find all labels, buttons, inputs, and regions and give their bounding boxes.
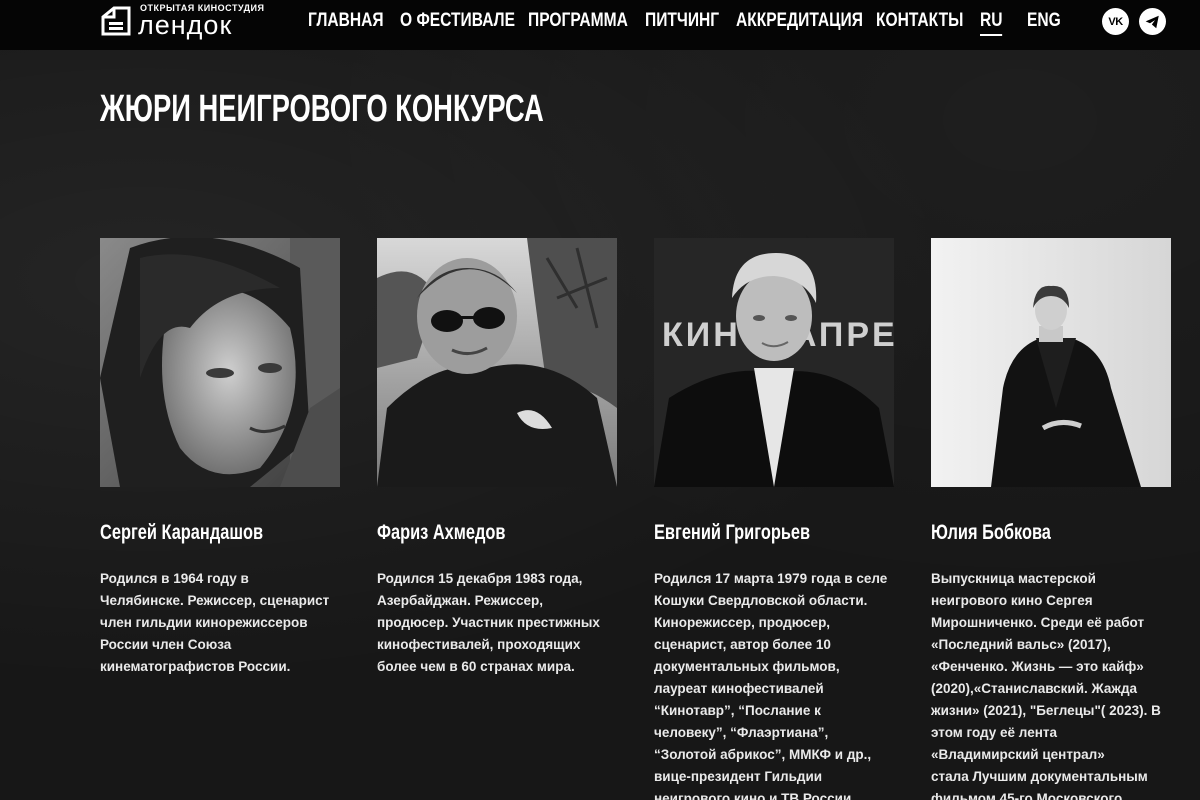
- nav-item-accreditation[interactable]: АККРЕДИТАЦИЯ: [736, 10, 863, 32]
- jury-name: Сергей Карандашов: [100, 521, 264, 544]
- vk-icon: VK: [1108, 15, 1123, 28]
- lang-switch-eng[interactable]: ENG: [1027, 10, 1061, 32]
- jury-name: Юлия Бобкова: [931, 521, 1051, 544]
- jury-bio: Родился в 1964 году в Челябинске. Режисс…: [100, 571, 330, 674]
- top-navbar: ОТКРЫТАЯ КИНОСТУДИЯ лендок ГЛАВНАЯ О ФЕС…: [0, 0, 1200, 50]
- jury-card: Фариз Ахмедов Родился 15 декабря 1983 го…: [377, 238, 617, 674]
- nav-item-program[interactable]: ПРОГРАММА: [528, 10, 628, 32]
- portrait-man-long-hair-image: [100, 238, 340, 487]
- nav-item-pitching[interactable]: ПИТЧИНГ: [645, 10, 719, 32]
- jury-bio: Родился 17 марта 1979 года в селе Кошуки…: [654, 571, 888, 800]
- nav-item-contacts[interactable]: КОНТАКТЫ: [876, 10, 963, 32]
- jury-photo[interactable]: [377, 238, 617, 487]
- jury-photo[interactable]: [931, 238, 1171, 487]
- portrait-woman-black-suit-image: [931, 238, 1171, 487]
- jury-photo[interactable]: [100, 238, 340, 487]
- jury-bio: Родился 15 декабря 1983 года, Азербайджа…: [377, 571, 600, 674]
- jury-photo[interactable]: КИНОТАПРЕЛ: [654, 238, 894, 487]
- portrait-man-sunglasses-image: [377, 238, 617, 487]
- lendoc-logo[interactable]: ОТКРЫТАЯ КИНОСТУДИЯ лендок: [100, 2, 270, 42]
- jury-card: КИНОТАПРЕЛ Евгений Григорьев Родился 17 …: [654, 238, 894, 800]
- jury-name: Фариз Ахмедов: [377, 521, 506, 544]
- film-frame-logo-icon: [101, 6, 131, 36]
- portrait-man-blond-hair-image: КИНОТАПРЕЛ: [654, 238, 894, 487]
- vk-link[interactable]: VK: [1102, 8, 1129, 35]
- jury-bio: Выпускница мастерской неигрового кино Се…: [931, 571, 1161, 800]
- nav-item-about-festival[interactable]: О ФЕСТИВАЛЕ: [400, 10, 515, 32]
- page: ОТКРЫТАЯ КИНОСТУДИЯ лендок ГЛАВНАЯ О ФЕС…: [0, 0, 1200, 800]
- telegram-icon: [1145, 15, 1159, 28]
- lang-switch-ru[interactable]: RU: [980, 10, 1003, 36]
- jury-name: Евгений Григорьев: [654, 521, 811, 544]
- logo-name: лендок: [138, 10, 233, 40]
- jury-card: Юлия Бобкова Выпускница мастерской неигр…: [931, 238, 1171, 800]
- jury-card: Сергей Карандашов Родился в 1964 году в …: [100, 238, 340, 674]
- nav-item-home[interactable]: ГЛАВНАЯ: [308, 10, 384, 32]
- telegram-link[interactable]: [1139, 8, 1166, 35]
- section-title: ЖЮРИ НЕИГРОВОГО КОНКУРСА: [100, 88, 544, 130]
